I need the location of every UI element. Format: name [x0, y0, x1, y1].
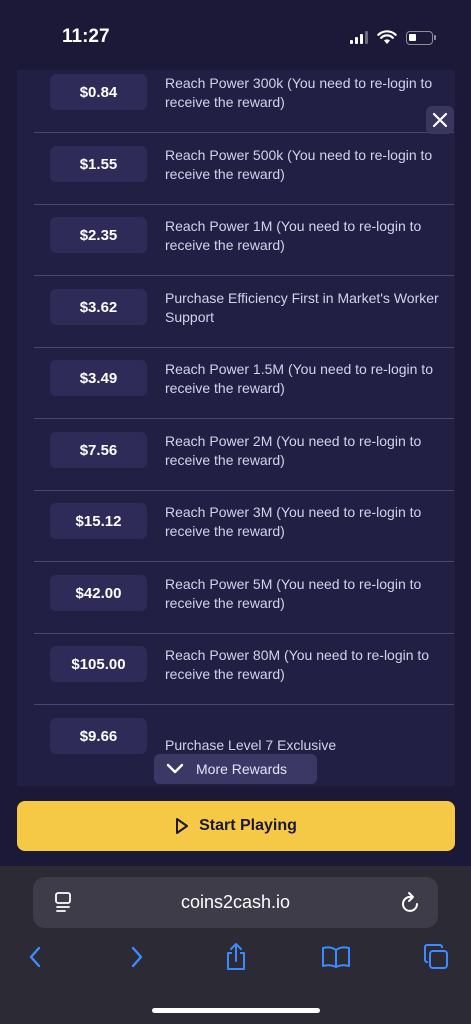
share-button[interactable] [221, 942, 251, 972]
url-text: coins2cash.io [180, 892, 291, 912]
reward-description: Purchase Efficiency First in Market's Wo… [165, 290, 439, 325]
browser-toolbar: coins2cash.io [0, 866, 471, 1024]
reward-price: $105.00 [50, 646, 147, 682]
share-icon [227, 943, 245, 970]
reward-description: Reach Power 300k (You need to re-login t… [165, 75, 433, 110]
status-time: 11:27 [62, 26, 110, 47]
reward-row: $7.56 Reach Power 2M (You need to re-log… [34, 420, 454, 491]
reward-description: Purchase Level 7 Exclusive [165, 737, 337, 753]
close-button[interactable] [426, 106, 454, 134]
more-rewards-label: More Rewards [196, 761, 288, 777]
bookmarks-button[interactable] [321, 942, 351, 972]
reward-price: $42.00 [50, 575, 147, 611]
reward-description: Reach Power 2M (You need to re-login to … [165, 433, 422, 468]
wifi-icon [377, 30, 397, 44]
reward-description: Reach Power 500k (You need to re-login t… [165, 147, 433, 182]
status-bar: 11:27 [0, 0, 471, 70]
reload-icon[interactable] [400, 891, 422, 915]
reward-row: $3.62 Purchase Efficiency First in Marke… [34, 277, 454, 348]
reward-description: Reach Power 5M (You need to re-login to … [165, 576, 422, 611]
close-icon [432, 112, 448, 128]
reward-price: $15.12 [50, 503, 147, 539]
cellular-signal-icon [350, 31, 368, 44]
address-bar[interactable]: coins2cash.io [33, 877, 438, 928]
status-icons [350, 30, 436, 45]
forward-arrow-icon [131, 946, 143, 968]
home-indicator[interactable] [152, 1008, 320, 1013]
reward-price: $2.35 [50, 217, 147, 253]
bookmarks-icon [322, 946, 350, 968]
chevron-down-icon [166, 763, 184, 774]
tabs-icon [424, 944, 448, 969]
start-playing-button[interactable]: Start Playing [17, 801, 455, 851]
back-button[interactable] [20, 942, 50, 972]
reward-price: $7.56 [50, 432, 147, 468]
more-rewards-button[interactable]: More Rewards [154, 754, 317, 784]
tabs-button[interactable] [421, 942, 451, 972]
reward-description: Reach Power 1M (You need to re-login to … [165, 218, 422, 253]
start-playing-label: Start Playing [199, 817, 297, 834]
reward-price: $3.62 [50, 289, 147, 325]
reward-description: Reach Power 3M (You need to re-login to … [165, 504, 422, 539]
forward-button[interactable] [122, 942, 152, 972]
reward-price: $1.55 [50, 146, 147, 182]
reward-price: $9.66 [50, 718, 147, 754]
rewards-panel[interactable]: $0.84 Reach Power 300k (You need to re-l… [17, 70, 455, 786]
reward-row: $105.00 Reach Power 80M (You need to re-… [34, 634, 454, 705]
reward-row: $2.35 Reach Power 1M (You need to re-log… [34, 205, 454, 276]
back-arrow-icon [29, 946, 41, 968]
reward-row: $15.12 Reach Power 3M (You need to re-lo… [34, 491, 454, 562]
play-icon [176, 818, 189, 834]
reward-price: $3.49 [50, 360, 147, 396]
battery-icon [406, 30, 436, 45]
reward-description: Reach Power 1.5M (You need to re-login t… [165, 361, 433, 396]
reward-description: Reach Power 80M (You need to re-login to… [165, 647, 430, 682]
reward-row: $3.49 Reach Power 1.5M (You need to re-l… [34, 348, 454, 419]
reward-row: $1.55 Reach Power 500k (You need to re-l… [34, 134, 454, 205]
browser-nav-row [0, 942, 471, 976]
reward-price: $0.84 [50, 74, 147, 110]
reward-row: $0.84 Reach Power 300k (You need to re-l… [34, 70, 454, 133]
reward-row: $42.00 Reach Power 5M (You need to re-lo… [34, 563, 454, 634]
